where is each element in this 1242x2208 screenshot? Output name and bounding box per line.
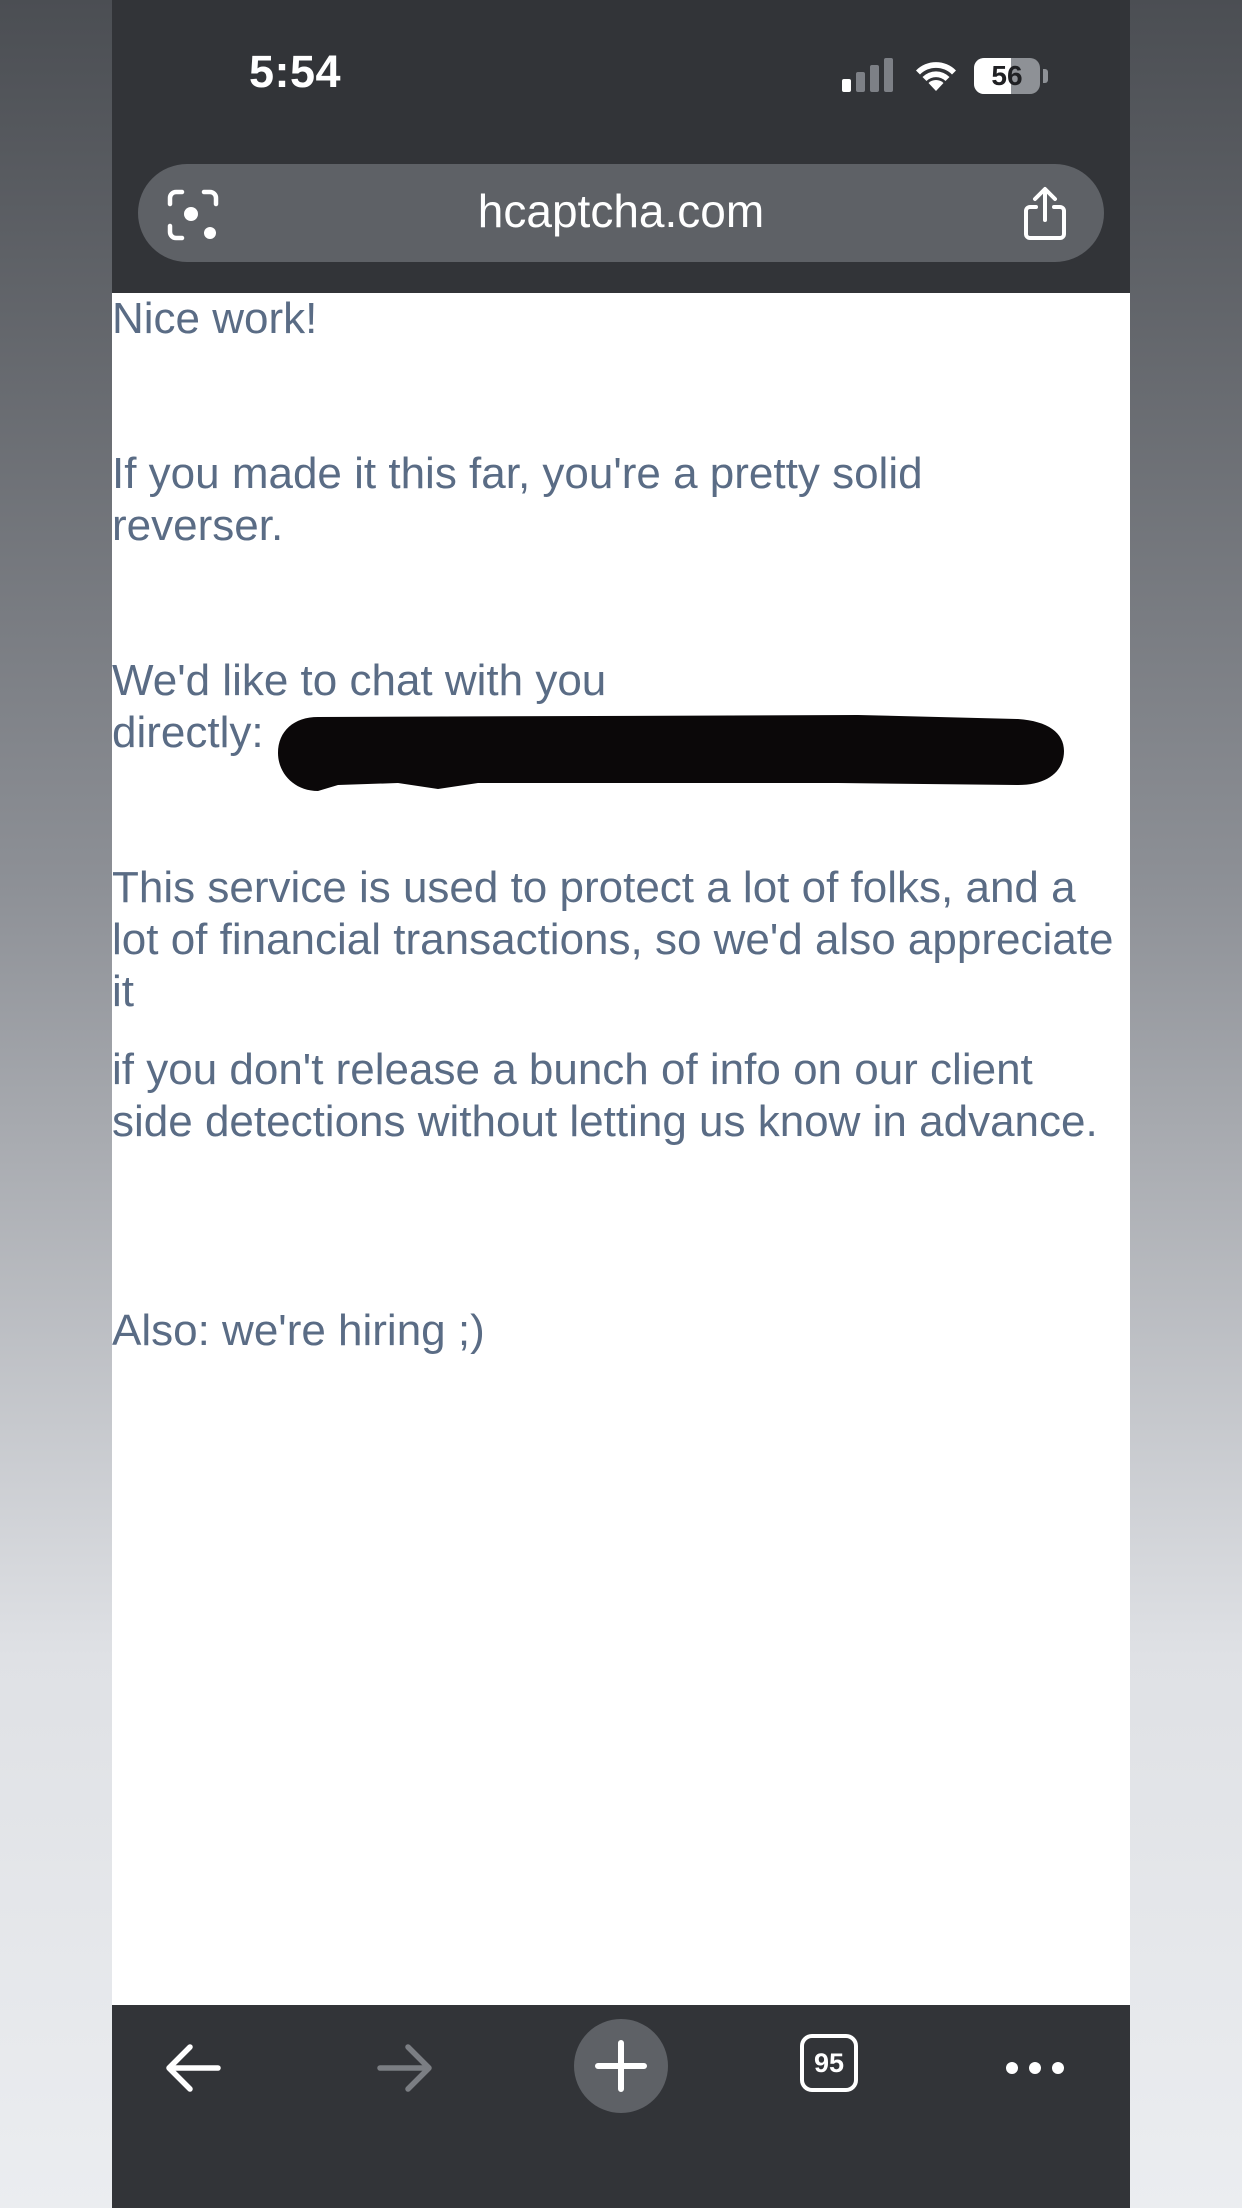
url-text[interactable]: hcaptcha.com [138,164,1104,258]
status-time: 5:54 [249,46,342,97]
redaction-mark [278,715,1064,791]
forward-arrow-icon[interactable] [370,2023,440,2113]
share-icon[interactable] [1020,186,1070,242]
page-heading: Nice work! [112,294,318,343]
tab-count: 95 [813,2048,845,2078]
paragraph-service: This service is used to protect a lot of… [112,863,1114,1016]
page-content: Nice work! If you made it this far, you'… [112,293,1130,2005]
cellular-signal-icon [842,58,894,92]
address-bar[interactable]: hcaptcha.com [138,164,1104,262]
battery-percentage: 56 [991,60,1023,91]
browser-window: 5:54 56 hcaptcha.com Nice work! If you m… [112,0,1130,2208]
battery-indicator: 56 [974,58,1040,94]
more-dots-icon[interactable] [992,2023,1082,2113]
bottom-toolbar: 95 [112,2005,1130,2208]
tab-switcher-button[interactable]: 95 [800,2034,858,2092]
paragraph-hiring: Also: we're hiring ;) [112,1306,485,1355]
new-tab-button[interactable] [574,2019,668,2113]
paragraph-reverser: If you made it this far, you're a pretty… [112,449,923,550]
battery-nub [1043,69,1048,83]
top-chrome: 5:54 56 hcaptcha.com [112,0,1130,293]
paragraph-detections: if you don't release a bunch of info on … [112,1045,1098,1146]
back-arrow-icon[interactable] [158,2023,228,2113]
wifi-icon [916,62,956,91]
plus-icon [595,2040,647,2092]
